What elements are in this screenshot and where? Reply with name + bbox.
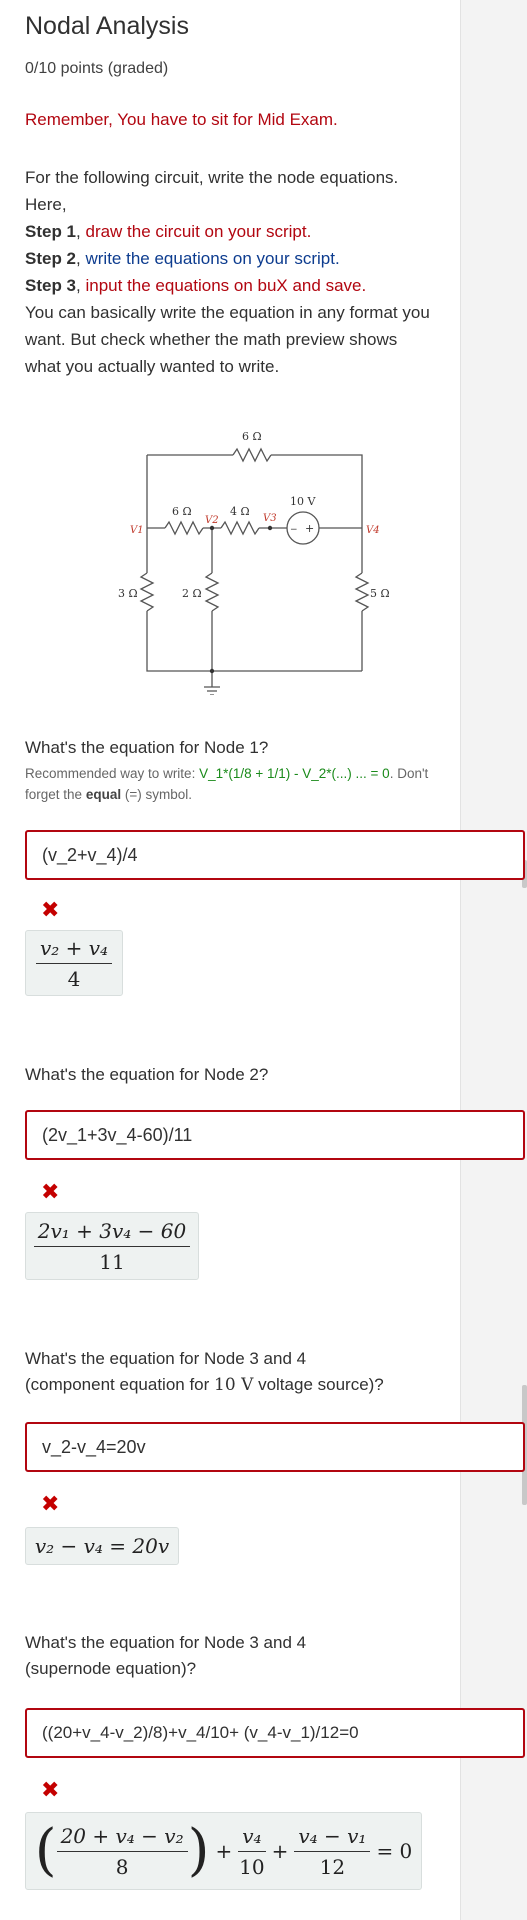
label-r-3: 3 Ω bbox=[118, 587, 138, 600]
preview-rhs: = 0 bbox=[376, 1839, 413, 1863]
question-4-answer-input[interactable]: ((20+v_4-v_2)/8)+v_4/10+ (v_4-v_1)/12=0 bbox=[25, 1708, 525, 1758]
source-plus: + bbox=[305, 522, 314, 535]
resistor-4 bbox=[220, 520, 260, 536]
label-r-2: 2 Ω bbox=[182, 587, 202, 600]
resistor-5 bbox=[354, 572, 370, 612]
preview-denominator: 4 bbox=[67, 966, 81, 991]
resistor-6-left bbox=[164, 520, 204, 536]
label-v2: V2 bbox=[205, 515, 219, 526]
hint-bold: equal bbox=[85, 787, 122, 802]
label-r-5: 5 Ω bbox=[370, 587, 390, 600]
step3-label: Step 3 bbox=[25, 276, 77, 295]
label-v4: V4 bbox=[366, 525, 380, 536]
resistor-3 bbox=[139, 572, 155, 612]
question-4-line2: (supernode equation)? bbox=[25, 1659, 197, 1678]
hint-symbol: (=) bbox=[124, 787, 142, 802]
step2-text: write the equations on your script. bbox=[85, 249, 340, 268]
preview-f1-num: 20 + v₄ − v₂ bbox=[56, 1824, 188, 1852]
question-3-line2-pre: (component equation for bbox=[25, 1375, 210, 1394]
circuit-diagram: 6 Ω 6 Ω 4 Ω 10 V 3 Ω 2 Ω 5 Ω + − V1 V2 V… bbox=[118, 430, 390, 695]
label-r-top: 6 Ω bbox=[242, 430, 262, 443]
label-r-4: 4 Ω bbox=[230, 505, 250, 518]
step1-label: Step 1 bbox=[25, 222, 77, 241]
preview-f1-den: 8 bbox=[115, 1854, 129, 1879]
step1-text: draw the circuit on your script. bbox=[85, 222, 312, 241]
preview-f3-num: v₄ − v₁ bbox=[294, 1824, 371, 1852]
intro-closing: You can basically write the equation in … bbox=[25, 303, 430, 376]
label-source: 10 V bbox=[290, 495, 316, 508]
question-1-hint: Recommended way to write: V_1*(1/8 + 1/1… bbox=[25, 763, 445, 805]
preview-numerator: 2v₁ + 3v₄ − 60 bbox=[33, 1219, 191, 1247]
incorrect-icon: ✖ bbox=[41, 1778, 60, 1803]
label-r-6: 6 Ω bbox=[172, 505, 192, 518]
question-1-math-preview: v₂ + v₄ 4 bbox=[25, 930, 123, 996]
preview-numerator: v₂ + v₄ bbox=[35, 936, 113, 964]
question-3-line1: What's the equation for Node 3 and 4 bbox=[25, 1349, 307, 1368]
question-3-line2-math: 10 V bbox=[214, 1375, 254, 1395]
question-2-answer-input[interactable]: (2v_1+3v_4-60)/11 bbox=[25, 1110, 525, 1160]
question-2-prompt: What's the equation for Node 2? bbox=[25, 1065, 269, 1084]
label-v3: V3 bbox=[263, 513, 277, 524]
step3-text: input the equations on buX and save. bbox=[85, 276, 367, 295]
resistor-2 bbox=[204, 572, 220, 612]
reminder-text: Remember, You have to sit for Mid Exam. bbox=[25, 110, 338, 129]
question-3-answer-input[interactable]: v_2-v_4=20v bbox=[25, 1422, 525, 1472]
hint-prefix: Recommended way to write: bbox=[25, 766, 196, 781]
page-title: Nodal Analysis bbox=[25, 12, 189, 40]
right-gutter bbox=[460, 0, 527, 1920]
source-minus: − bbox=[290, 525, 298, 535]
incorrect-icon: ✖ bbox=[41, 1492, 60, 1517]
question-4-math-preview: ( 20 + v₄ − v₂ 8 ) + v₄ 10 + v₄ − v₁ 12 … bbox=[25, 1812, 422, 1890]
label-v1: V1 bbox=[130, 525, 144, 536]
preview-f2-num: v₄ bbox=[238, 1824, 266, 1852]
resistor-top bbox=[232, 447, 272, 463]
intro-line: For the following circuit, write the nod… bbox=[25, 168, 399, 214]
question-4-line1: What's the equation for Node 3 and 4 bbox=[25, 1633, 307, 1652]
instructions: For the following circuit, write the nod… bbox=[25, 168, 430, 376]
incorrect-icon: ✖ bbox=[41, 898, 60, 923]
points-label: 0/10 points (graded) bbox=[25, 60, 169, 77]
question-2-math-preview: 2v₁ + 3v₄ − 60 11 bbox=[25, 1212, 199, 1280]
incorrect-icon: ✖ bbox=[41, 1180, 60, 1205]
question-4-prompt: What's the equation for Node 3 and 4 (su… bbox=[25, 1630, 306, 1682]
hint-example: V_1*(1/8 + 1/1) - V_2*(...) ... = 0 bbox=[199, 766, 390, 781]
question-1-prompt: What's the equation for Node 1? bbox=[25, 738, 269, 757]
question-1-answer-input[interactable]: (v_2+v_4)/4 bbox=[25, 830, 525, 880]
step2-label: Step 2 bbox=[25, 249, 77, 268]
question-3-prompt: What's the equation for Node 3 and 4 (co… bbox=[25, 1346, 384, 1398]
hint-suffix: symbol. bbox=[145, 787, 192, 802]
preview-f2-den: 10 bbox=[239, 1854, 265, 1879]
preview-denominator: 11 bbox=[99, 1249, 125, 1274]
preview-f3-den: 12 bbox=[319, 1854, 346, 1879]
question-3-line2-post: voltage source)? bbox=[258, 1375, 384, 1394]
question-3-math-preview: v₂ − v₄ = 20v bbox=[25, 1527, 179, 1565]
